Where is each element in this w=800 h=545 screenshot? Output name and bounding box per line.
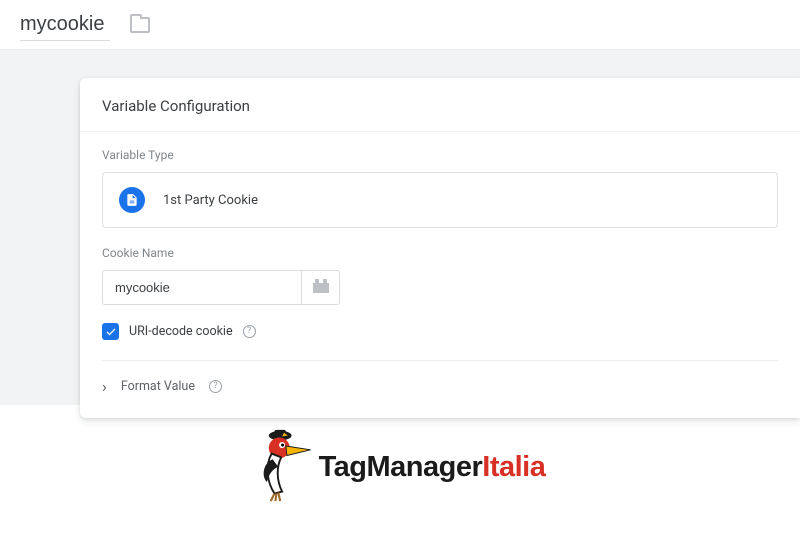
format-value-label: Format Value bbox=[121, 379, 195, 394]
variable-config-card: Variable Configuration Variable Type 1st… bbox=[80, 78, 800, 418]
cookie-type-icon bbox=[119, 187, 145, 213]
cookie-name-input[interactable] bbox=[102, 270, 302, 305]
help-icon[interactable]: ? bbox=[243, 325, 256, 338]
uri-decode-label: URI-decode cookie bbox=[129, 324, 233, 339]
page-header bbox=[0, 0, 800, 50]
format-value-toggle[interactable]: › Format Value ? bbox=[102, 377, 778, 408]
uri-decode-row: URI-decode cookie ? bbox=[102, 323, 778, 340]
cookie-name-label: Cookie Name bbox=[102, 246, 778, 260]
footer-branding: TagManagerItalia bbox=[0, 405, 800, 507]
brick-icon bbox=[313, 283, 329, 293]
insert-variable-button[interactable] bbox=[302, 270, 340, 305]
variable-type-name: 1st Party Cookie bbox=[163, 193, 258, 208]
card-title: Variable Configuration bbox=[80, 78, 800, 131]
workspace-area: Variable Configuration Variable Type 1st… bbox=[0, 50, 800, 405]
folder-icon[interactable] bbox=[130, 17, 150, 33]
variable-name-input[interactable] bbox=[20, 9, 110, 41]
variable-type-selector[interactable]: 1st Party Cookie bbox=[102, 172, 778, 228]
woodpecker-logo-icon bbox=[255, 427, 313, 507]
card-body: Variable Type 1st Party Cookie Cookie Na… bbox=[80, 131, 800, 418]
divider bbox=[102, 360, 778, 361]
cookie-name-row bbox=[102, 270, 778, 305]
brand-text: TagManagerItalia bbox=[319, 451, 546, 484]
brand-part-2: Italia bbox=[482, 451, 545, 483]
help-icon[interactable]: ? bbox=[209, 380, 222, 393]
variable-type-label: Variable Type bbox=[102, 148, 778, 162]
chevron-right-icon: › bbox=[102, 377, 107, 396]
uri-decode-checkbox[interactable] bbox=[102, 323, 119, 340]
brand-part-1: TagManager bbox=[319, 451, 483, 483]
